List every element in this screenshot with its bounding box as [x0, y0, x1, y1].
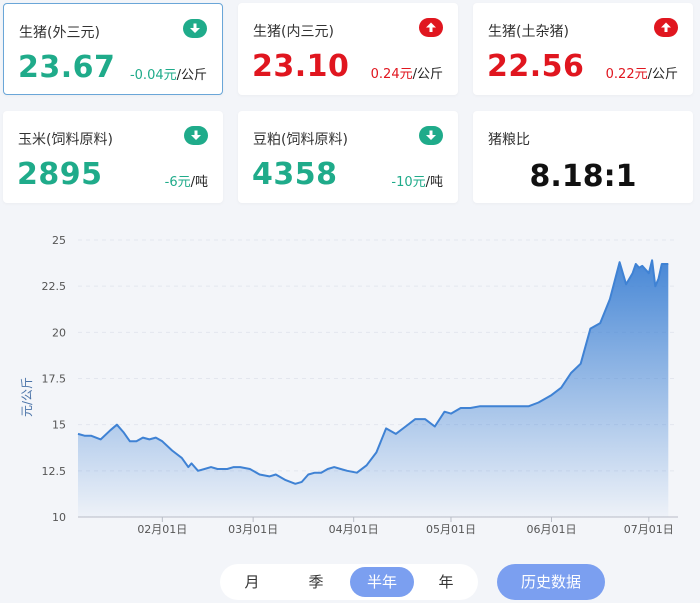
tab-half-year[interactable]: 半年	[350, 567, 414, 597]
card-change: -10元/吨	[391, 175, 443, 190]
card-name: 玉米(饲料原料)	[18, 132, 113, 148]
card-value: 8.18:1	[529, 159, 637, 194]
up-arrow-icon	[654, 18, 678, 37]
period-tabs: 月 季 半年 年	[220, 564, 478, 600]
price-card-outer-pig[interactable]: 生猪(外三元) 23.67 -0.04元/公斤	[3, 3, 223, 95]
x-tick-label: 04月01日	[329, 523, 379, 536]
y-tick-label: 17.5	[42, 373, 67, 386]
price-card-inner-pig[interactable]: 生猪(内三元) 23.10 0.24元/公斤	[238, 3, 458, 95]
up-arrow-icon	[419, 18, 443, 37]
price-card-corn[interactable]: 玉米(饲料原料) 2895 -6元/吨	[3, 111, 223, 203]
series-area	[78, 260, 669, 517]
x-tick-label: 06月01日	[527, 523, 577, 536]
card-name: 豆粕(饲料原料)	[253, 132, 348, 148]
card-value: 23.10	[252, 49, 350, 84]
y-axis-label: 元/公斤	[20, 377, 34, 417]
y-tick-label: 22.5	[42, 280, 67, 293]
history-data-button[interactable]: 历史数据	[497, 564, 605, 600]
card-value: 22.56	[487, 49, 585, 84]
card-change: 0.24元/公斤	[370, 67, 443, 82]
card-value: 4358	[252, 157, 338, 192]
card-change: -0.04元/公斤	[129, 68, 207, 83]
y-tick-label: 10	[52, 511, 66, 524]
card-name: 生猪(外三元)	[19, 25, 100, 41]
price-card-soybean-meal[interactable]: 豆粕(饲料原料) 4358 -10元/吨	[238, 111, 458, 203]
down-arrow-icon	[419, 126, 443, 145]
down-arrow-icon	[184, 126, 208, 145]
card-name: 猪粮比	[488, 132, 530, 148]
price-chart: 10 12.5 15 17.5 20 22.5 25 02月01日 03月01日 04月01日 05…	[0, 222, 700, 542]
y-tick-label: 20	[52, 326, 66, 339]
x-tick-label: 07月01日	[624, 523, 674, 536]
card-name: 生猪(内三元)	[253, 24, 334, 40]
card-change: -6元/吨	[164, 175, 208, 190]
price-card-local-pig[interactable]: 生猪(土杂猪) 22.56 0.22元/公斤	[473, 3, 693, 95]
price-chart-svg: 10 12.5 15 17.5 20 22.5 25 02月01日 03月01日 04月01日 05…	[20, 234, 678, 536]
tab-year[interactable]: 年	[414, 567, 478, 597]
x-tick-label: 02月01日	[137, 523, 187, 536]
x-tick-label: 05月01日	[426, 523, 476, 536]
x-tick-label: 03月01日	[228, 523, 278, 536]
y-tick-label: 25	[52, 234, 66, 247]
down-arrow-icon	[183, 19, 207, 38]
card-name: 生猪(土杂猪)	[488, 24, 569, 40]
card-value: 23.67	[18, 50, 116, 85]
y-tick-label: 12.5	[42, 465, 67, 478]
price-card-pig-grain-ratio[interactable]: 猪粮比 8.18:1	[473, 111, 693, 203]
card-value: 2895	[17, 157, 103, 192]
y-tick-label: 15	[52, 419, 66, 432]
tab-quarter[interactable]: 季	[284, 567, 348, 597]
tab-month[interactable]: 月	[220, 567, 284, 597]
card-change: 0.22元/公斤	[605, 67, 678, 82]
